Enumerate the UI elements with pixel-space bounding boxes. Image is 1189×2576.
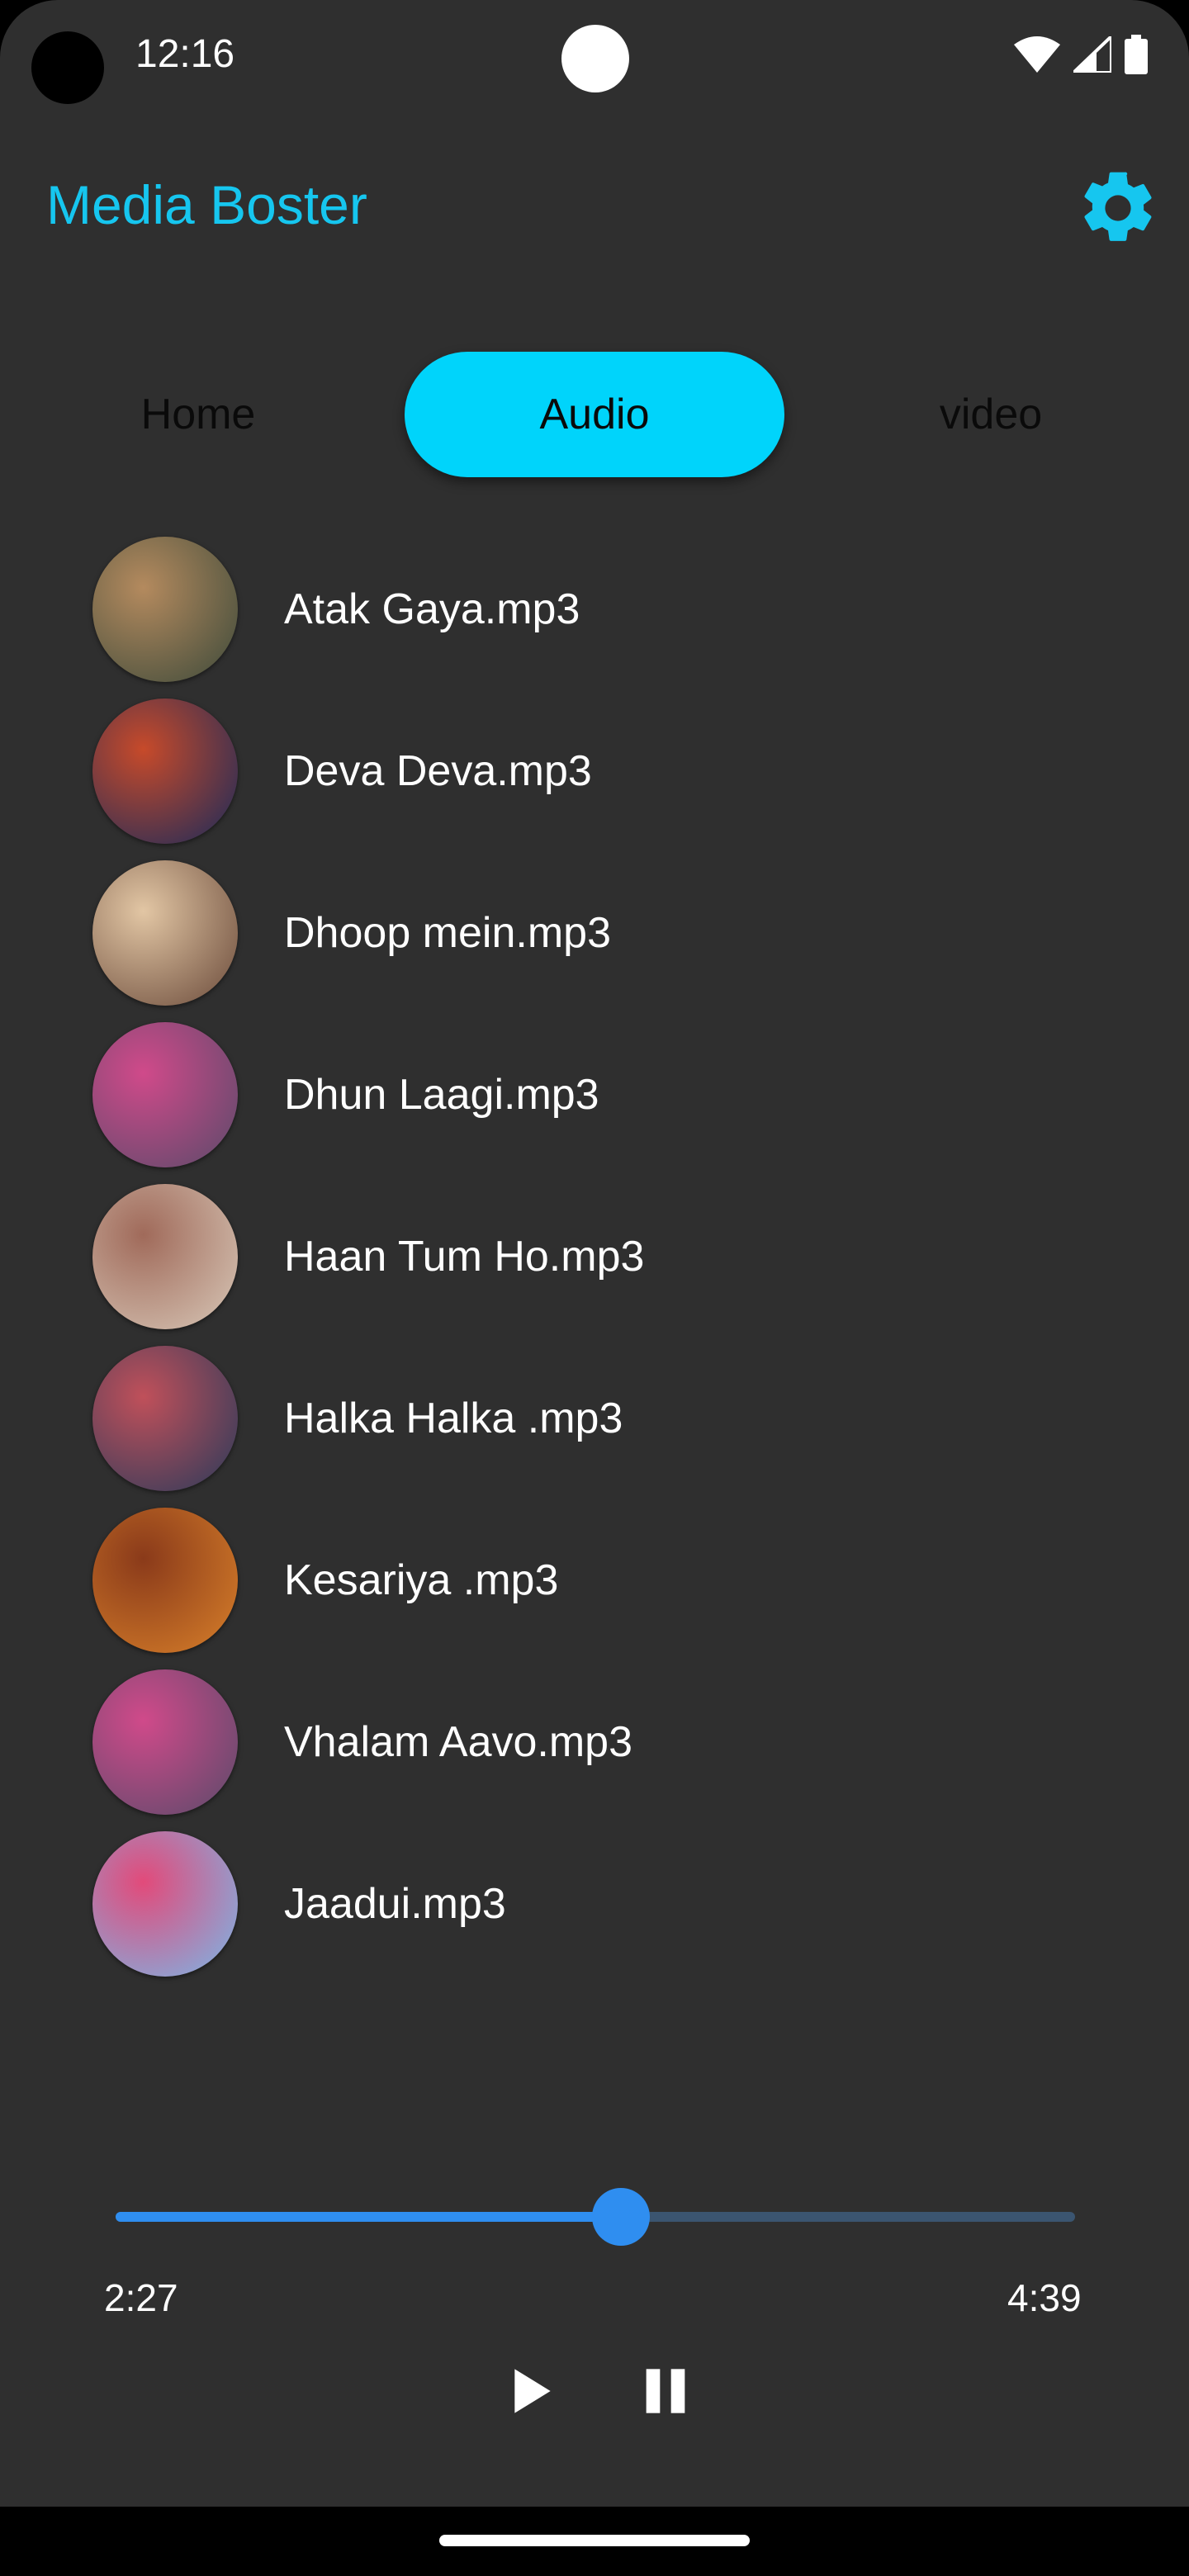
status-bar: 12:16 [0,0,1189,116]
cover-art [92,1022,238,1167]
battery-icon [1125,35,1148,74]
total-time: 4:39 [1007,2276,1082,2319]
cover-art [92,1669,238,1815]
cover-art [92,1346,238,1491]
album-cover [92,1831,238,1977]
tab-video[interactable]: video [801,352,1181,477]
app-title: Media Boster [46,174,367,235]
album-cover [92,1184,238,1329]
track-item[interactable]: Dhoop mein.mp3 [0,852,1189,1014]
track-name: Kesariya .mp3 [284,1556,559,1604]
current-time: 2:27 [104,2276,178,2319]
tab-audio[interactable]: Audio [405,352,784,477]
track-item[interactable]: Jaadui.mp3 [0,1823,1189,1985]
track-name: Atak Gaya.mp3 [284,585,580,633]
track-name: Jaadui.mp3 [284,1880,506,1928]
track-item[interactable]: Vhalam Aavo.mp3 [0,1661,1189,1823]
track-list: Atak Gaya.mp3 Deva Deva.mp3 Dhoop mein.mp3… [0,528,1189,1985]
status-time: 12:16 [135,32,235,76]
track-item[interactable]: Kesariya .mp3 [0,1499,1189,1661]
camera-cutout [31,31,104,104]
seek-bar[interactable] [116,2188,1075,2246]
app-screen: 12:16 Media Boster Home Audio video Atak… [0,0,1189,2576]
front-camera-dot [561,25,629,92]
cellular-signal-icon [1073,36,1111,73]
home-gesture-pill[interactable] [439,2535,750,2546]
track-item[interactable]: Halka Halka .mp3 [0,1338,1189,1499]
system-nav-bar [0,2507,1189,2576]
track-item[interactable]: Dhun Laagi.mp3 [0,1014,1189,1176]
tab-home[interactable]: Home [8,352,388,477]
album-cover [92,537,238,682]
track-name: Dhun Laagi.mp3 [284,1071,599,1119]
seek-progress [116,2212,622,2222]
gear-icon[interactable] [1075,165,1161,251]
album-cover [92,698,238,844]
album-cover [92,1346,238,1491]
cover-art [92,698,238,844]
play-icon[interactable] [495,2358,561,2424]
tab-bar: Home Audio video [0,352,1189,477]
wifi-icon [1014,36,1060,73]
album-cover [92,860,238,1006]
track-name: Dhoop mein.mp3 [284,909,611,957]
track-name: Halka Halka .mp3 [284,1395,623,1442]
track-item[interactable]: Haan Tum Ho.mp3 [0,1176,1189,1338]
album-cover [92,1508,238,1653]
cover-art [92,537,238,682]
track-item[interactable]: Deva Deva.mp3 [0,690,1189,852]
track-item[interactable]: Atak Gaya.mp3 [0,528,1189,690]
track-name: Deva Deva.mp3 [284,747,592,795]
cover-art [92,1508,238,1653]
track-name: Vhalam Aavo.mp3 [284,1718,633,1766]
cover-art [92,1184,238,1329]
cover-art [92,1831,238,1977]
album-cover [92,1022,238,1167]
track-name: Haan Tum Ho.mp3 [284,1233,645,1281]
album-cover [92,1669,238,1815]
pause-icon[interactable] [632,2358,699,2424]
status-icons [1014,35,1148,74]
cover-art [92,860,238,1006]
seek-thumb[interactable] [592,2188,651,2246]
